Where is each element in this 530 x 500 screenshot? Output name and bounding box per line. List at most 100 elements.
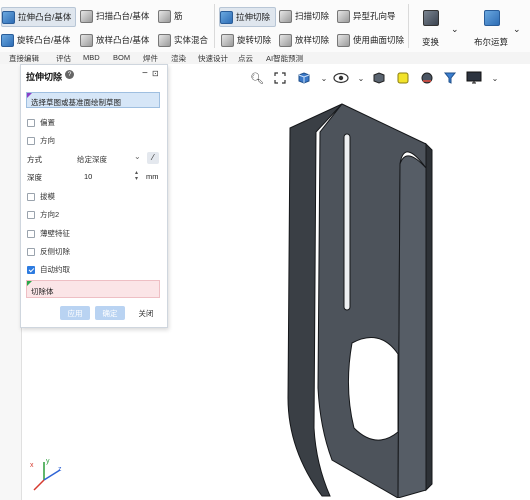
direction2-option[interactable]: 方向2 [27,209,59,220]
axis-y-label: y [46,458,50,465]
depth-stepper-icon[interactable]: ▴ ▾ [135,170,138,182]
boolean-button[interactable]: ⌄ 布尔运算 [470,6,528,48]
tab-ai-predict[interactable]: AI智能预测 [266,53,303,64]
extrude-cut-label: 拉伸切除 [236,12,271,22]
sweep-boss-button[interactable]: 扫描凸台/基体 [80,7,149,25]
auto-reduce-label: 自动约取 [40,265,70,274]
solid-mix-icon [158,33,171,47]
tab-mbd[interactable]: MBD [83,53,100,62]
hole-wizard-button[interactable]: 异型孔向导 [337,7,396,25]
sketch-select-field[interactable]: 选择草图或基准面绘制草图 [26,92,160,108]
zoom-fit-icon[interactable] [272,70,288,86]
tab-evaluate[interactable]: 评估 [56,53,71,64]
apply-button[interactable]: 应用 [60,306,90,320]
display-style-icon[interactable] [333,70,349,86]
surface-cut-icon [337,33,350,47]
slot-cutout [343,133,351,311]
tab-weldment[interactable]: 焊件 [143,53,158,64]
transform-dropdown-icon[interactable]: ⌄ [451,24,459,35]
mode-dropdown-icon[interactable]: ⌄ [134,152,141,161]
transform-button[interactable]: ⌄ 变换 [414,6,464,48]
zoom-icon[interactable]: 🔍︎ [249,70,265,86]
surface-cut-button[interactable]: 使用曲面切除 [337,31,404,49]
depth-input[interactable]: 10 ▴ ▾ [81,170,141,182]
auto-reduce-option[interactable]: 自动约取 [27,264,70,275]
tab-quick-design[interactable]: 快速设计 [198,53,228,64]
extrude-boss-button[interactable]: 拉伸凸台/基体 [1,7,76,27]
revolve-cut-button[interactable]: 旋转切除 [221,31,271,49]
thin-feature-option[interactable]: 薄壁特征 [27,228,70,239]
tab-point-cloud[interactable]: 点云 [238,53,253,64]
transform-label: 变换 [422,37,440,47]
auto-reduce-checkbox[interactable] [27,265,35,274]
pin-icon[interactable]: ⊡ [152,69,159,78]
flip-cut-label: 反侧切除 [40,247,70,256]
boolean-dropdown-icon[interactable]: ⌄ [513,24,521,35]
loft-cut-label: 放样切除 [295,35,330,45]
loft-boss-button[interactable]: 放样凸台/基体 [80,31,149,49]
axis-z-label: z [58,466,62,473]
loft-cut-button[interactable]: 放样切除 [279,31,329,49]
close-button[interactable]: 关闭 [132,306,160,320]
depth-value: 10 [84,172,93,181]
direction-checkbox[interactable] [27,136,35,145]
cut-body-field[interactable]: 切除体 [26,280,160,298]
draft-checkbox[interactable] [27,192,35,201]
revolve-cut-label: 旋转切除 [237,35,272,45]
thin-feature-checkbox[interactable] [27,229,35,238]
solid-mix-button[interactable]: 实体混合 [158,31,208,49]
tab-bom[interactable]: BOM [113,53,130,62]
rib-button[interactable]: 筋 [158,7,183,25]
extrude-boss-label: 拉伸凸台/基体 [18,12,72,22]
hide-show-icon[interactable] [395,70,411,86]
tab-direct-edit[interactable]: 直接编辑 [9,53,39,64]
display-settings-dropdown-icon[interactable]: ⌄ [487,70,503,86]
draft-option[interactable]: 拔模 [27,191,55,202]
sweep-boss-label: 扫描凸台/基体 [96,11,150,21]
filter-icon[interactable] [442,70,458,86]
view-orientation-dropdown-icon[interactable]: ⌄ [316,70,332,86]
offset-option[interactable]: 偏置 [27,117,55,128]
section-view-icon[interactable] [371,70,387,86]
view-orientation-icon[interactable] [296,70,312,86]
direction2-label: 方向2 [40,210,60,219]
offset-checkbox[interactable] [27,118,35,127]
flip-cut-option[interactable]: 反侧切除 [27,246,70,257]
direction-option[interactable]: 方向 [27,135,55,146]
revolve-boss-button[interactable]: 旋转凸台/基体 [1,31,70,49]
panel-title: 拉伸切除 [26,72,63,82]
transform-icon [423,10,439,26]
pick-tool-icon[interactable]: ⁄ [147,152,159,164]
tab-render[interactable]: 渲染 [171,53,186,64]
appearance-icon[interactable] [419,70,435,86]
draft-label: 拔模 [40,192,55,201]
collapse-icon[interactable]: − [142,68,148,79]
display-style-dropdown-icon[interactable]: ⌄ [353,70,369,86]
mode-select[interactable]: 给定深度 ⌄ [75,152,143,164]
help-icon[interactable]: ? [65,70,74,79]
flip-cut-checkbox[interactable] [27,247,35,256]
ok-button[interactable]: 确定 [95,306,125,320]
solid-mix-label: 实体混合 [174,35,209,45]
loft-cut-icon [279,33,292,47]
revolve-cut-icon [221,33,234,47]
direction-label: 方向 [40,136,55,145]
rib-icon [158,9,171,23]
bracket-part-model[interactable] [280,98,450,498]
mode-label: 方式 [27,155,42,164]
extrude-cut-button[interactable]: 拉伸切除 [219,7,276,27]
sweep-cut-button[interactable]: 扫描切除 [279,7,329,25]
display-settings-icon[interactable] [466,70,482,86]
ribbon-separator [408,4,409,48]
extrude-boss-icon [2,10,15,24]
direction2-checkbox[interactable] [27,210,35,219]
depth-label: 深度 [27,173,42,182]
feature-tree-strip[interactable] [0,64,22,500]
rib-label: 筋 [174,11,183,21]
loft-boss-label: 放样凸台/基体 [96,35,150,45]
sketch-hint-text: 选择草图或基准面绘制草图 [31,98,121,107]
ribbon-separator [214,4,215,48]
boolean-icon [484,10,500,26]
cut-body-label: 切除体 [31,287,54,296]
loft-boss-icon [80,33,93,47]
